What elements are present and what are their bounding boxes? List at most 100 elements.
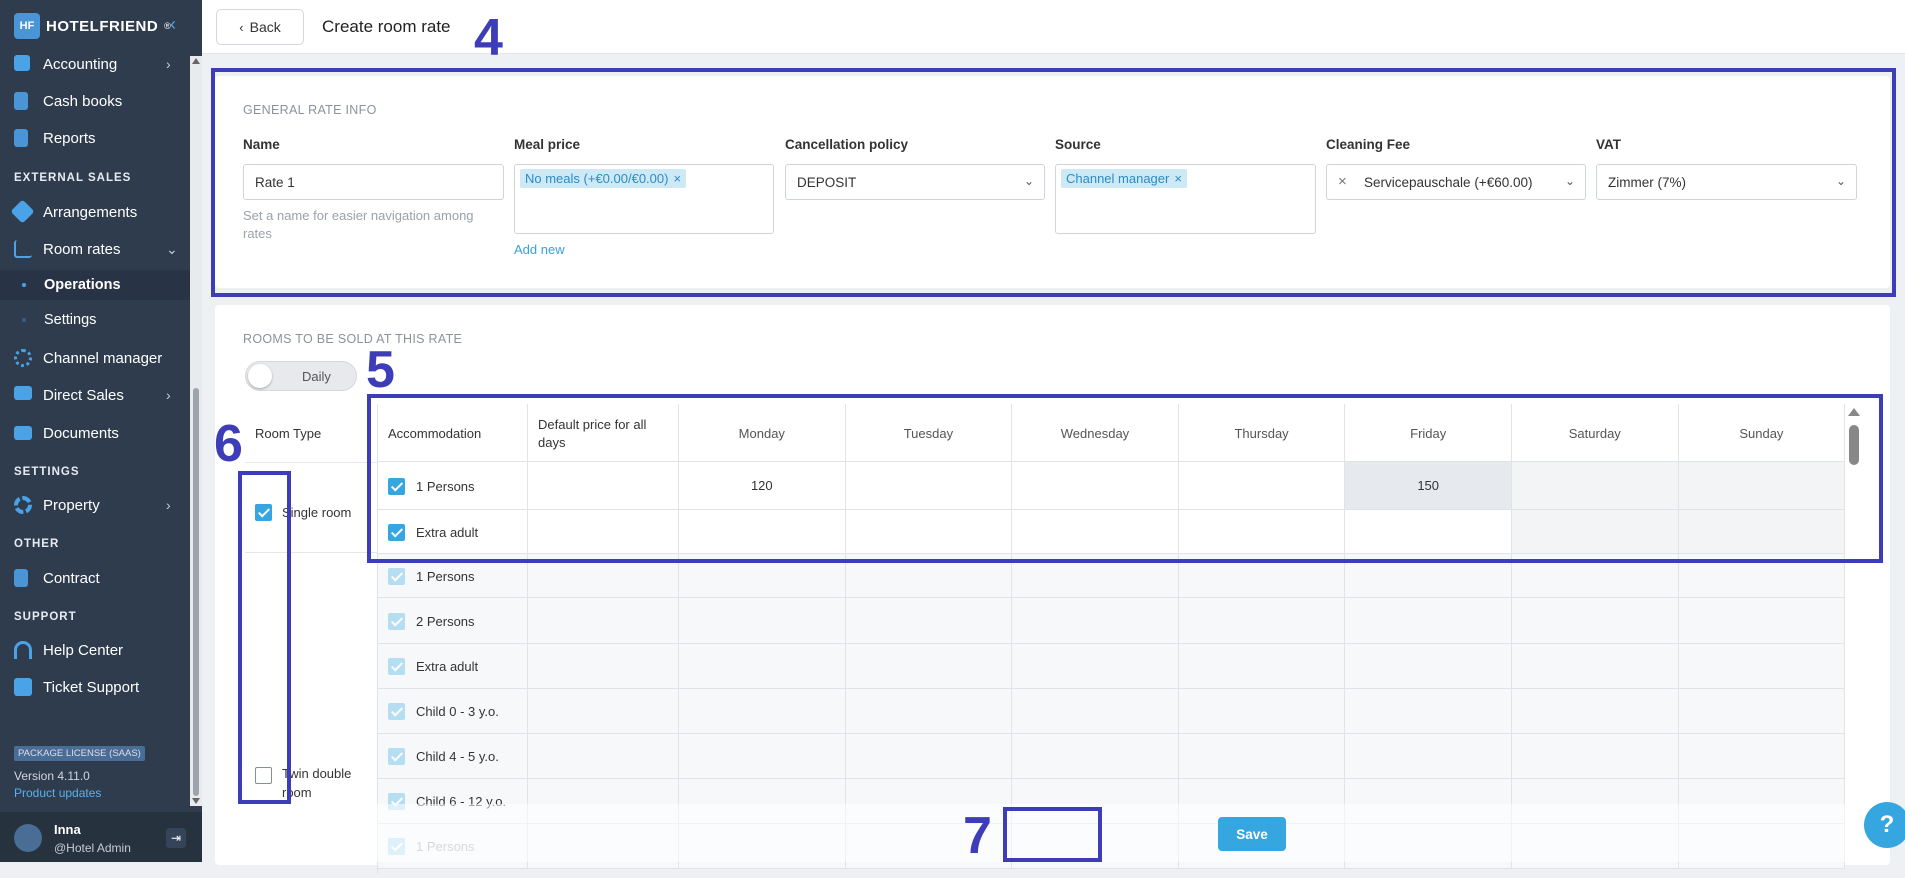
default-price-cell[interactable] (528, 598, 679, 644)
price-cell-wed[interactable] (1012, 598, 1179, 644)
scroll-up-icon[interactable] (192, 58, 200, 64)
accommodation-checkbox[interactable] (388, 748, 405, 765)
price-cell-fri[interactable] (1345, 644, 1512, 689)
default-price-cell[interactable] (528, 644, 679, 689)
sidebar-item-room-rates[interactable]: Room rates ⌄ (0, 232, 190, 266)
price-cell-tue[interactable] (845, 644, 1013, 689)
price-cell-sat[interactable] (1512, 689, 1679, 734)
accommodation-label: Child 0 - 3 y.o. (416, 704, 499, 719)
accommodation-checkbox[interactable] (388, 612, 405, 630)
rooms-card: ROOMS TO BE SOLD AT THIS RATE Daily Room… (215, 305, 1890, 874)
sidebar-item-label: Help Center (43, 641, 124, 659)
sidebar-item-documents[interactable]: Documents (0, 416, 190, 450)
sidebar-item-label: Accounting (43, 55, 118, 73)
price-cell-sun[interactable] (1678, 689, 1846, 734)
default-price-cell[interactable] (528, 734, 679, 779)
chart-icon (14, 240, 32, 258)
price-cell-sat[interactable] (1512, 598, 1679, 644)
sidebar-item-reports[interactable]: Reports (0, 121, 190, 155)
save-button[interactable]: Save (1218, 817, 1286, 851)
user-role: @Hotel Admin (54, 841, 131, 855)
logo[interactable]: HF HOTELFRIEND ® (14, 13, 171, 39)
sidebar-item-accounting[interactable]: Accounting › (0, 47, 190, 81)
price-cell-mon[interactable] (679, 689, 846, 734)
price-cell-sat[interactable] (1512, 734, 1679, 779)
price-cell-thu[interactable] (1178, 689, 1346, 734)
annotation-5: 5 (366, 341, 395, 399)
logout-icon[interactable]: ⇥ (166, 828, 186, 848)
version-label: Version 4.11.0 (14, 769, 90, 783)
chat-icon (14, 678, 32, 696)
sidebar-item-help-center[interactable]: Help Center (0, 633, 190, 667)
sidebar-item-property[interactable]: Property › (0, 488, 190, 522)
price-cell-mon[interactable] (679, 598, 846, 644)
price-cell-mon[interactable] (679, 734, 846, 779)
price-cell-fri[interactable] (1345, 734, 1512, 779)
accommodation-checkbox[interactable] (388, 658, 405, 675)
price-cell-thu[interactable] (1178, 598, 1346, 644)
license-badge: PACKAGE LICENSE (SAAS) (14, 746, 145, 761)
price-cell-mon[interactable] (679, 644, 846, 689)
sidebar-item-label: Cash books (43, 92, 123, 110)
sidebar-item-arrangements[interactable]: Arrangements (0, 195, 190, 229)
easel-icon (14, 386, 32, 400)
sidebar-item-direct-sales[interactable]: Direct Sales › (0, 378, 190, 412)
annotation-4: 4 (474, 9, 503, 67)
default-price-cell[interactable] (528, 689, 679, 734)
accommodation-cell: Child 0 - 3 y.o. (378, 689, 528, 734)
price-cell-fri[interactable] (1345, 689, 1512, 734)
toggle-label: Daily (302, 369, 331, 384)
section-external-sales: EXTERNAL SALES (14, 172, 132, 184)
sidebar-item-cash-books[interactable]: Cash books (0, 84, 190, 118)
daily-toggle[interactable]: Daily (245, 361, 357, 391)
price-cell-wed[interactable] (1012, 644, 1179, 689)
price-cell-sun[interactable] (1678, 644, 1846, 689)
price-cell-tue[interactable] (845, 598, 1013, 644)
price-cell-sun[interactable] (1678, 734, 1846, 779)
sidebar-subitem-settings[interactable]: Settings (0, 305, 190, 335)
accommodation-label: 2 Persons (416, 613, 475, 629)
annotation-7: 7 (963, 807, 992, 865)
sidebar-item-label: Contract (43, 569, 100, 587)
sidebar-item-label: Arrangements (43, 203, 138, 221)
sidebar-item-contract[interactable]: Contract (0, 561, 190, 595)
section-settings: SETTINGS (14, 466, 80, 478)
tag-icon (10, 199, 35, 224)
back-label: Back (249, 19, 281, 35)
accommodation-checkbox[interactable] (388, 703, 405, 720)
price-cell-wed[interactable] (1012, 689, 1179, 734)
sidebar-item-label: Documents (43, 424, 119, 442)
price-cell-tue[interactable] (845, 734, 1013, 779)
scroll-down-icon[interactable] (192, 798, 200, 804)
toggle-knob[interactable] (248, 364, 272, 388)
sidebar-item-channel-manager[interactable]: Channel manager (0, 341, 190, 375)
network-icon (14, 349, 32, 367)
back-button[interactable]: ‹ Back (216, 9, 304, 45)
collapse-sidebar-icon[interactable]: ‹ (170, 14, 176, 35)
product-updates-link[interactable]: Product updates (14, 786, 101, 800)
page-title: Create room rate (322, 17, 451, 36)
accommodation-label: 1 Persons (416, 568, 475, 584)
sidebar-scrollbar[interactable] (190, 56, 202, 806)
price-cell-sun[interactable] (1678, 598, 1846, 644)
accommodation-checkbox[interactable] (388, 567, 405, 585)
subitem-label: Operations (44, 277, 121, 293)
chevron-right-icon: › (166, 497, 171, 513)
avatar[interactable] (14, 824, 42, 852)
subitem-label: Settings (44, 312, 97, 328)
price-cell-thu[interactable] (1178, 734, 1346, 779)
accommodation-cell: Extra adult (378, 644, 528, 689)
help-button[interactable]: ? (1864, 802, 1905, 848)
sidebar-item-ticket-support[interactable]: Ticket Support (0, 670, 190, 704)
sidebar-subitem-operations[interactable]: Operations (0, 270, 190, 300)
sidebar-scroll-thumb[interactable] (193, 388, 199, 796)
price-cell-thu[interactable] (1178, 644, 1346, 689)
sidebar-item-label: Direct Sales (43, 386, 124, 404)
price-cell-tue[interactable] (845, 689, 1013, 734)
price-cell-sat[interactable] (1512, 644, 1679, 689)
price-cell-wed[interactable] (1012, 734, 1179, 779)
annotation-6: 6 (214, 415, 243, 473)
price-cell-fri[interactable] (1345, 598, 1512, 644)
divider (245, 462, 378, 463)
user-panel: Inna @Hotel Admin ⇥ (0, 812, 202, 862)
